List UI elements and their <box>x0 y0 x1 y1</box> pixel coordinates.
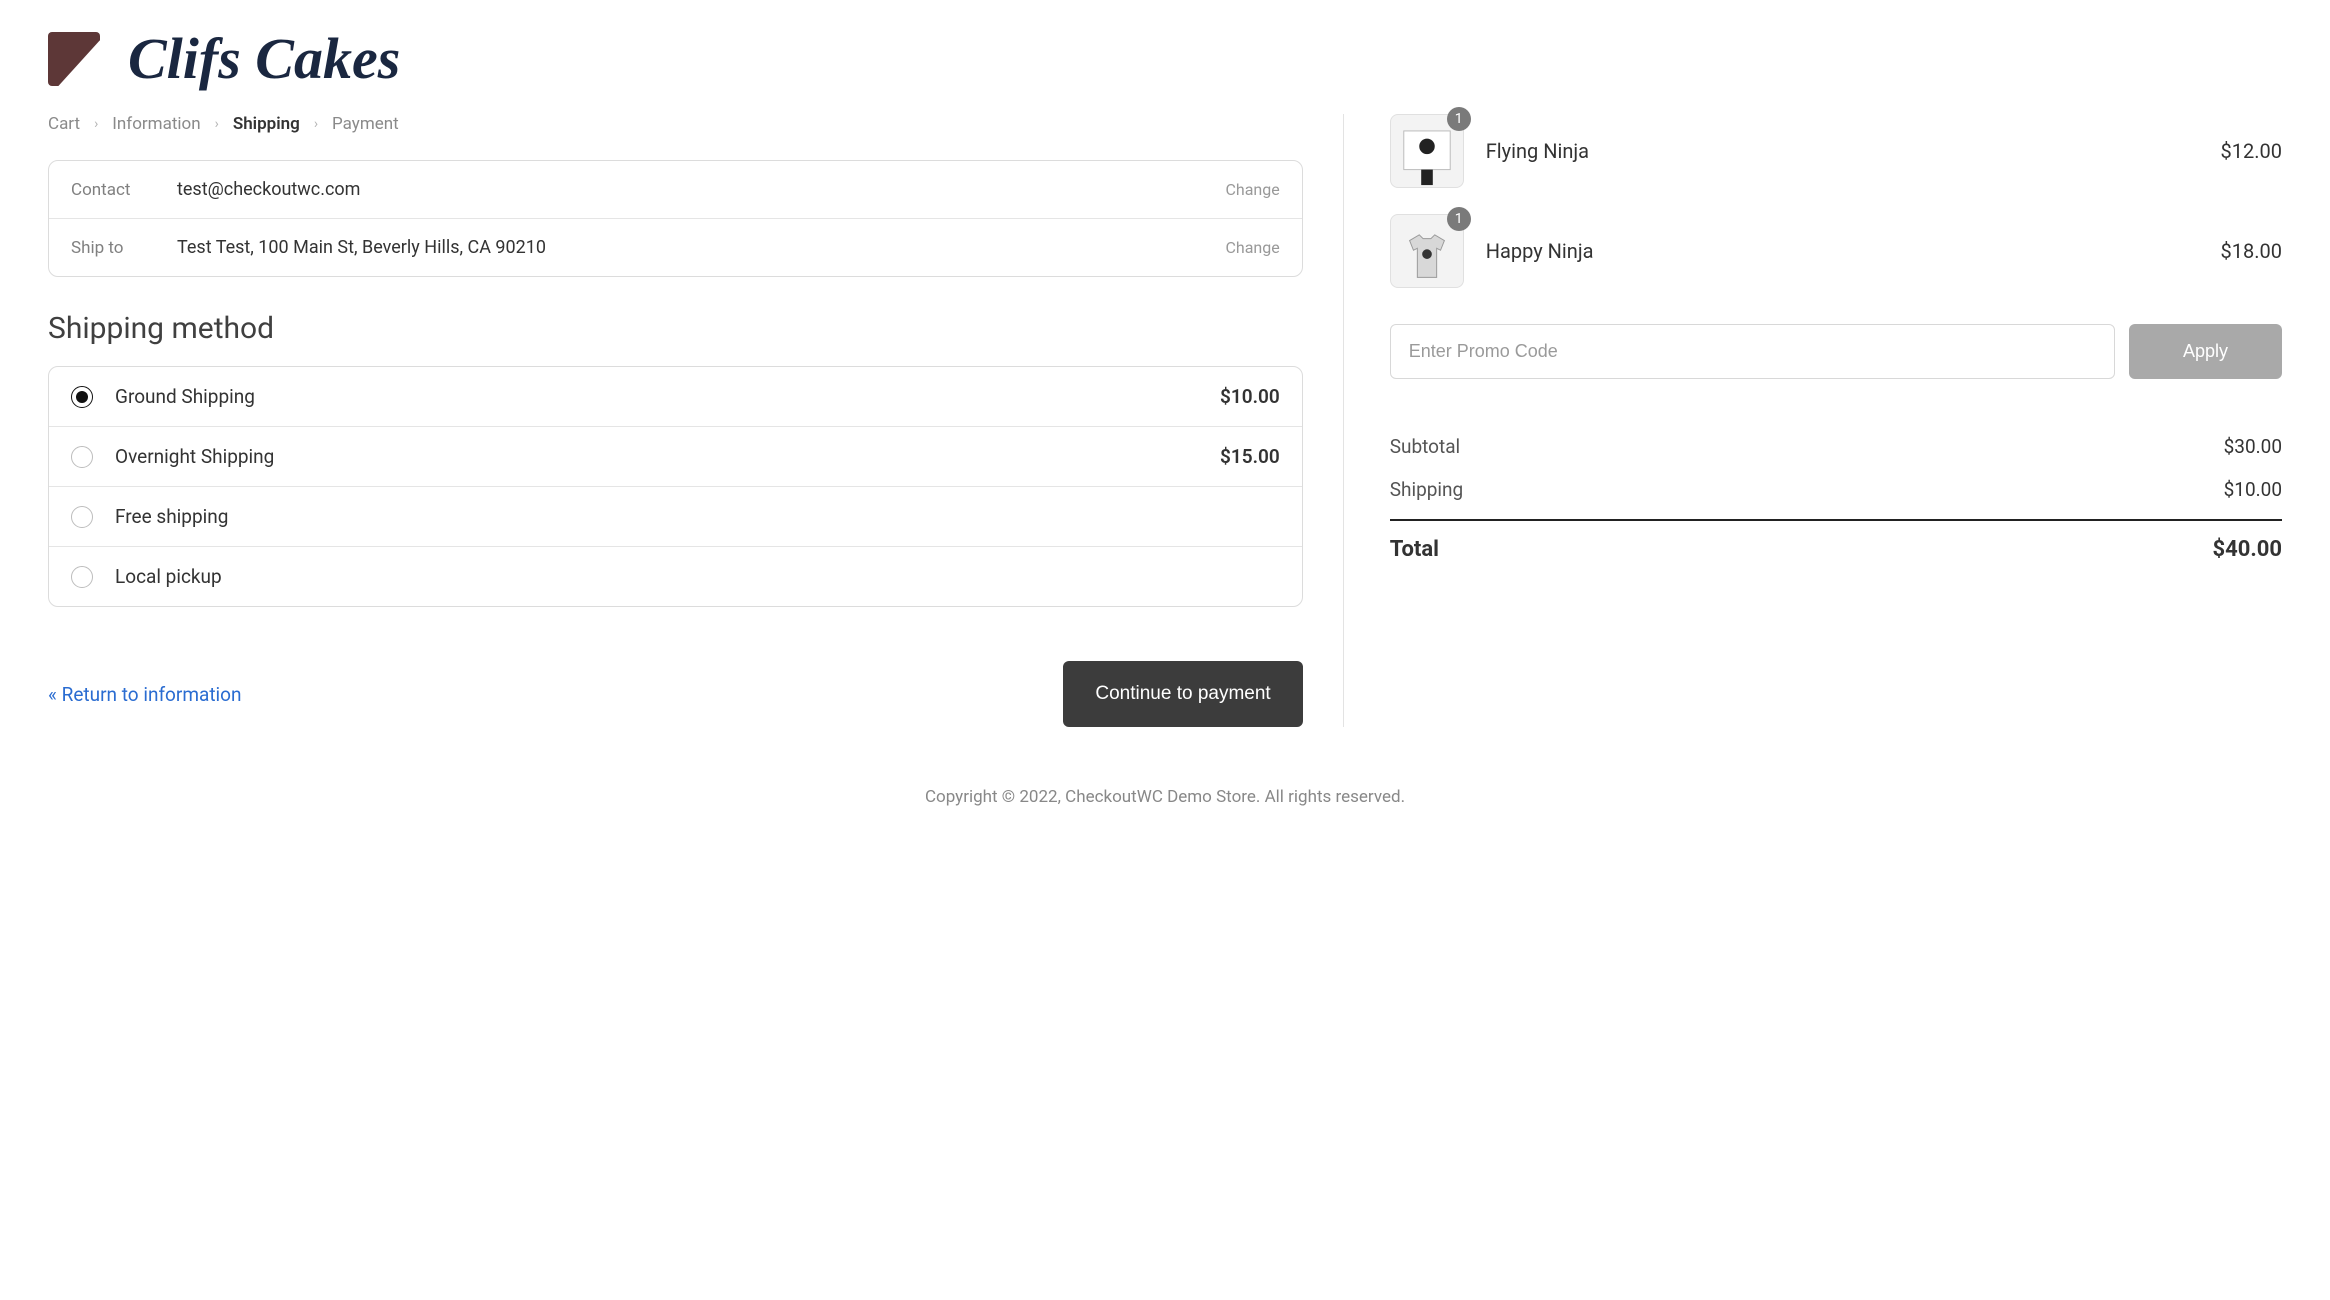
shipping-option-free[interactable]: Free shipping <box>49 486 1302 546</box>
review-shipto-row: Ship to Test Test, 100 Main St, Beverly … <box>49 218 1302 276</box>
total-amount: $40.00 <box>2213 537 2283 562</box>
breadcrumb: Cart › Information › Shipping › Payment <box>48 114 1303 134</box>
total-row: Total $40.00 <box>1390 519 2282 572</box>
subtotal-row: Subtotal $30.00 <box>1390 425 2282 468</box>
change-contact-link[interactable]: Change <box>1225 180 1279 199</box>
product-thumbnail: 1 <box>1390 214 1464 288</box>
product-thumbnail: 1 <box>1390 114 1464 188</box>
promo-code-input[interactable] <box>1390 324 2115 379</box>
shipping-option-ground[interactable]: Ground Shipping $10.00 <box>49 367 1302 426</box>
order-summary-column: 1 Flying Ninja $12.00 1 Happy Ninja $18.… <box>1344 114 2282 727</box>
shipping-option-price: $10.00 <box>1220 385 1280 408</box>
subtotal-label: Subtotal <box>1390 435 1460 458</box>
chevron-right-icon: › <box>314 116 318 132</box>
breadcrumb-information[interactable]: Information <box>112 114 200 134</box>
subtotal-amount: $30.00 <box>2224 435 2282 458</box>
product-price: $12.00 <box>2221 139 2282 163</box>
shipping-option-label: Local pickup <box>115 565 1280 588</box>
order-totals: Subtotal $30.00 Shipping $10.00 Total $4… <box>1390 425 2282 572</box>
quantity-badge: 1 <box>1447 107 1471 131</box>
shipping-amount: $10.00 <box>2224 478 2282 501</box>
quantity-badge: 1 <box>1447 207 1471 231</box>
chevron-right-icon: › <box>94 116 98 132</box>
product-price: $18.00 <box>2221 239 2282 263</box>
shipping-option-label: Free shipping <box>115 505 1280 528</box>
shipping-option-price: $15.00 <box>1220 445 1280 468</box>
footer-copyright: Copyright © 2022, CheckoutWC Demo Store.… <box>48 787 2282 807</box>
header: Clifs Cakes <box>48 30 2282 88</box>
review-shipto-label: Ship to <box>71 238 177 258</box>
breadcrumb-payment[interactable]: Payment <box>332 114 399 134</box>
product-name: Flying Ninja <box>1486 139 2221 163</box>
logo-icon <box>48 32 100 86</box>
radio-icon <box>71 446 93 468</box>
review-contact-value: test@checkoutwc.com <box>177 179 1225 200</box>
promo-code-row: Apply <box>1390 324 2282 379</box>
shipping-row: Shipping $10.00 <box>1390 468 2282 511</box>
brand-name: Clifs Cakes <box>128 30 400 88</box>
radio-icon <box>71 506 93 528</box>
shipping-option-label: Overnight Shipping <box>115 445 1220 468</box>
cart-item: 1 Flying Ninja $12.00 <box>1390 114 2282 188</box>
change-shipto-link[interactable]: Change <box>1225 238 1279 257</box>
shipping-label: Shipping <box>1390 478 1464 501</box>
shipping-option-label: Ground Shipping <box>115 385 1220 408</box>
shipping-option-overnight[interactable]: Overnight Shipping $15.00 <box>49 426 1302 486</box>
continue-to-payment-button[interactable]: Continue to payment <box>1063 661 1302 727</box>
breadcrumb-cart[interactable]: Cart <box>48 114 80 134</box>
review-shipto-value: Test Test, 100 Main St, Beverly Hills, C… <box>177 237 1225 258</box>
radio-icon <box>71 386 93 408</box>
breadcrumb-shipping: Shipping <box>233 114 300 134</box>
review-box: Contact test@checkoutwc.com Change Ship … <box>48 160 1303 277</box>
total-label: Total <box>1390 537 1439 562</box>
tshirt-icon <box>1398 229 1456 287</box>
product-name: Happy Ninja <box>1486 239 2221 263</box>
shipping-method-heading: Shipping method <box>48 311 1303 346</box>
cart-item: 1 Happy Ninja $18.00 <box>1390 214 2282 288</box>
checkout-left-column: Cart › Information › Shipping › Payment … <box>48 114 1344 727</box>
review-contact-label: Contact <box>71 180 177 200</box>
radio-icon <box>71 566 93 588</box>
shipping-option-pickup[interactable]: Local pickup <box>49 546 1302 606</box>
poster-icon <box>1398 129 1456 187</box>
shipping-methods: Ground Shipping $10.00 Overnight Shippin… <box>48 366 1303 607</box>
return-to-information-link[interactable]: « Return to information <box>48 683 241 706</box>
bottom-nav: « Return to information Continue to paym… <box>48 661 1303 727</box>
apply-promo-button[interactable]: Apply <box>2129 324 2282 379</box>
review-contact-row: Contact test@checkoutwc.com Change <box>49 161 1302 218</box>
chevron-right-icon: › <box>215 116 219 132</box>
